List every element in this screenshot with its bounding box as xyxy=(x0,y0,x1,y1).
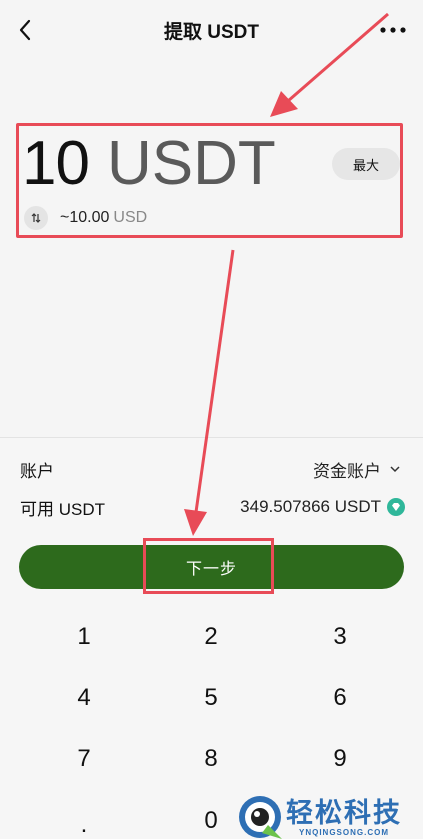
key-9[interactable]: 9 xyxy=(280,734,400,784)
swap-icon[interactable] xyxy=(24,206,48,230)
watermark-brand: 轻松科技 xyxy=(286,797,402,828)
converted-value: ~10.00 xyxy=(60,209,110,226)
diamond-badge-icon xyxy=(387,498,405,516)
key-1[interactable]: 1 xyxy=(24,612,144,662)
account-row[interactable]: 账户 资金账户 xyxy=(20,457,401,482)
max-button[interactable]: 最大 xyxy=(332,148,400,180)
amount-unit: USDT xyxy=(106,129,276,198)
account-selector[interactable]: 资金账户 xyxy=(313,457,401,482)
key-6[interactable]: 6 xyxy=(280,673,400,723)
key-5[interactable]: 5 xyxy=(151,673,271,723)
key-decimal[interactable]: . xyxy=(24,800,144,839)
watermark: 轻松科技 YNQINGSONG.COM xyxy=(238,795,423,839)
converted-currency: USD xyxy=(113,209,148,226)
key-8[interactable]: 8 xyxy=(151,734,271,784)
amount-value: 10 xyxy=(22,129,90,198)
key-7[interactable]: 7 xyxy=(24,734,144,784)
chevron-down-icon xyxy=(390,466,400,473)
more-dots-icon[interactable] xyxy=(377,16,409,44)
key-3[interactable]: 3 xyxy=(280,612,400,662)
available-value-group: 349.507866 USDT xyxy=(240,497,405,517)
next-button[interactable]: 下一步 xyxy=(19,545,404,589)
watermark-logo-icon xyxy=(239,796,282,839)
key-2[interactable]: 2 xyxy=(151,612,271,662)
account-label: 账户 xyxy=(20,461,54,481)
available-row: 可用 USDT 349.507866 USDT xyxy=(20,496,405,519)
key-4[interactable]: 4 xyxy=(24,673,144,723)
page-title: 提取 USDT xyxy=(163,22,259,43)
watermark-domain: YNQINGSONG.COM xyxy=(298,827,389,837)
available-value: 349.507866 USDT xyxy=(240,497,381,516)
available-label: 可用 USDT xyxy=(20,499,105,519)
account-value: 资金账户 xyxy=(313,461,381,481)
amount-display[interactable]: 10 USDT xyxy=(22,128,276,198)
conversion-row: ~10.00 USD xyxy=(24,205,147,231)
top-bar: 提取 USDT xyxy=(0,0,423,60)
